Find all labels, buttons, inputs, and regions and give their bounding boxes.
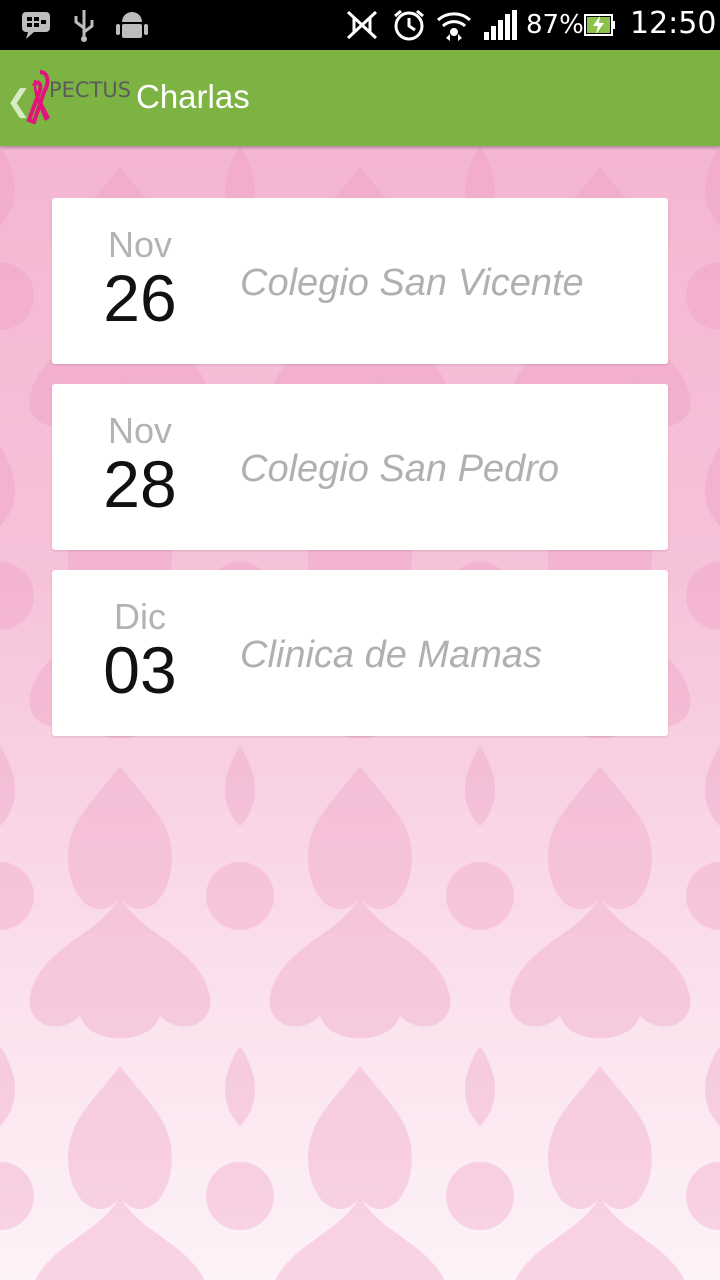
talk-place: Colegio San Pedro bbox=[240, 448, 559, 490]
signal-icon bbox=[484, 10, 517, 40]
talk-card[interactable]: Nov 28 Colegio San Pedro bbox=[52, 384, 668, 550]
wifi-icon bbox=[437, 12, 471, 41]
logo-text: PECTUS bbox=[49, 78, 132, 102]
talk-card[interactable]: Dic 03 Clinica de Mamas bbox=[52, 570, 668, 736]
nfc-icon bbox=[346, 10, 378, 40]
android-icon bbox=[116, 12, 148, 38]
battery-percent: 87% bbox=[526, 10, 584, 40]
talk-place: Colegio San Vicente bbox=[240, 262, 584, 304]
alarm-icon bbox=[394, 9, 424, 41]
page-title: Charlas bbox=[136, 78, 250, 115]
talk-day: 28 bbox=[103, 447, 177, 521]
talk-place: Clinica de Mamas bbox=[240, 634, 542, 676]
talk-day: 03 bbox=[103, 633, 177, 707]
clock: 12:50 bbox=[630, 6, 717, 41]
talk-card[interactable]: Nov 26 Colegio San Vicente bbox=[52, 198, 668, 364]
talk-day: 26 bbox=[103, 261, 177, 335]
bbm-icon bbox=[22, 12, 50, 39]
battery-charging-icon bbox=[584, 14, 615, 36]
status-bar: 87% 12:50 bbox=[0, 0, 720, 50]
usb-icon bbox=[74, 10, 94, 42]
